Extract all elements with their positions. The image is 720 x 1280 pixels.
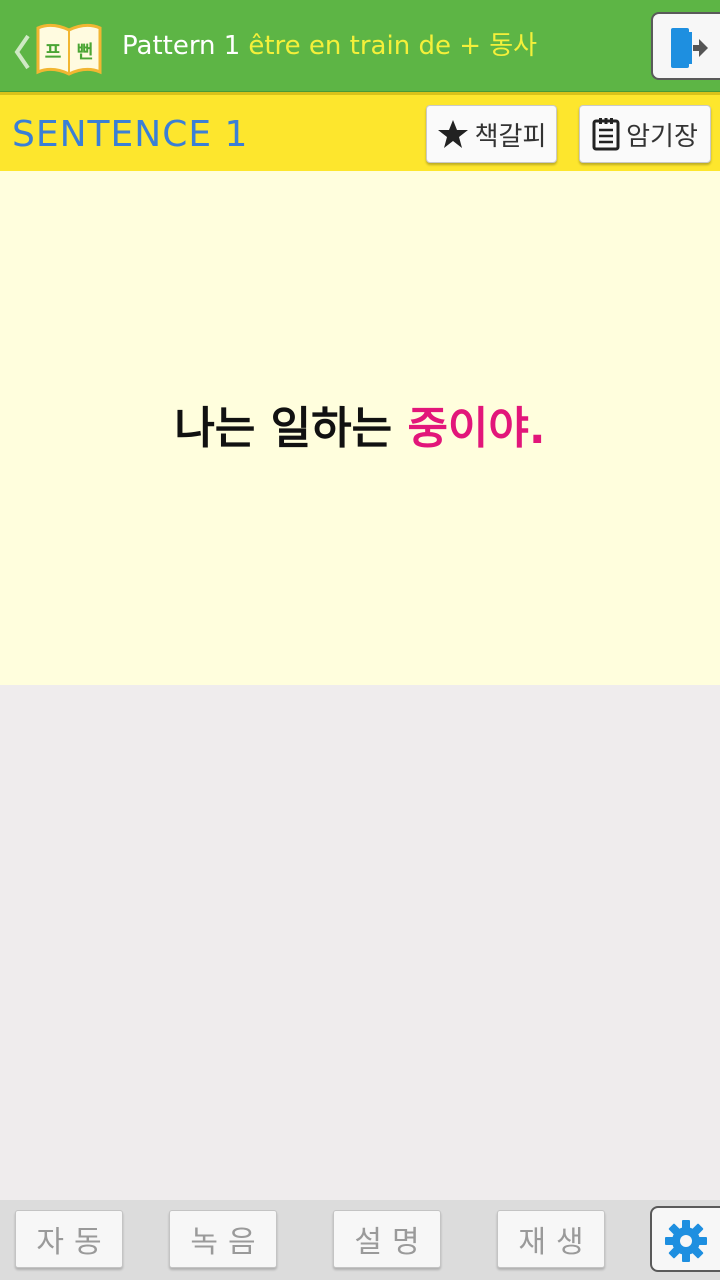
book-logo-icon: 프 뻔 [34, 18, 104, 82]
page-title: Pattern 1 être en train de + 동사 [122, 26, 537, 66]
sentence-text: 나는 일하는 중이야. [0, 401, 720, 457]
chevron-left-icon [12, 32, 32, 76]
explain-button[interactable]: 설명 [333, 1210, 441, 1268]
bookmark-label: 책갈피 [474, 121, 547, 152]
memo-label: 암기장 [626, 121, 698, 152]
notepad-icon [592, 118, 620, 151]
exit-button[interactable] [651, 12, 720, 80]
sentence-highlight: 중이야. [407, 403, 546, 454]
star-icon [437, 120, 468, 148]
sentence-plain: 나는 일하는 [174, 403, 408, 454]
bookmark-button[interactable]: 책갈피 [426, 105, 557, 163]
sentence-number-label: SENTENCE 1 [12, 114, 249, 155]
pattern-phrase: être en train de + 동사 [248, 31, 538, 61]
app-header: 프 뻔 Pattern 1 être en train de + 동사 [0, 0, 720, 92]
record-button[interactable]: 녹음 [169, 1210, 277, 1268]
sentence-card[interactable]: 나는 일하는 중이야. [0, 171, 720, 685]
settings-button[interactable] [650, 1206, 720, 1272]
logo-char-left: 프 [45, 42, 62, 63]
exit-door-icon [671, 28, 708, 68]
bottom-toolbar: 자동 녹음 설명 재생 [0, 1200, 720, 1280]
play-button[interactable]: 재생 [497, 1210, 605, 1268]
back-button[interactable]: 프 뻔 [6, 14, 102, 78]
gear-icon [665, 1220, 707, 1262]
logo-char-right: 뻔 [77, 42, 94, 63]
memo-button[interactable]: 암기장 [579, 105, 711, 163]
sentence-bar: SENTENCE 1 책갈피 암기장 [0, 92, 720, 171]
pattern-label: Pattern 1 [122, 31, 241, 61]
auto-button[interactable]: 자동 [15, 1210, 123, 1268]
